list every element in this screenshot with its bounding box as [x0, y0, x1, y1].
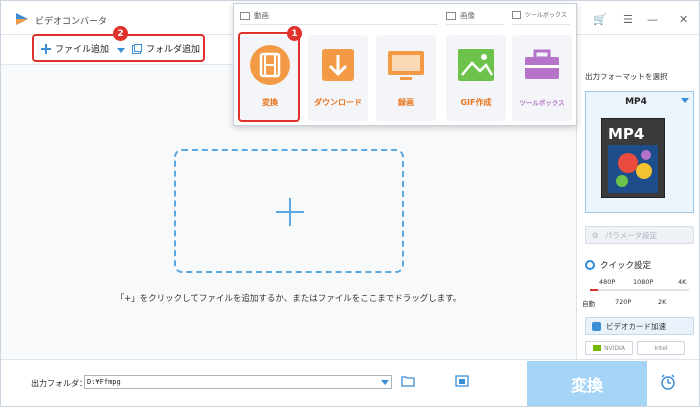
step-badge-2: 2 — [113, 26, 128, 41]
section-divider — [240, 24, 438, 25]
close-button[interactable]: ✕ — [679, 13, 688, 26]
section-video: 動画 — [240, 10, 269, 21]
app-logo-icon — [16, 13, 28, 25]
step-badge-1: 1 — [287, 26, 302, 41]
section-video-label: 動画 — [254, 11, 269, 20]
quality-2k[interactable]: 2K — [658, 298, 666, 306]
tile-toolbox-label: ツールボックス — [519, 99, 565, 107]
settings-icon: ⚙ — [592, 230, 599, 240]
app-window: ビデオコンバータ 🛒 ☰ — ✕ ファイル追加 フォルダ追加 2 「+」をクリッ… — [0, 0, 700, 407]
quality-slider-fill — [590, 289, 598, 291]
chevron-down-icon[interactable] — [381, 380, 389, 385]
tile-download-label: ダウンロード — [314, 98, 362, 107]
format-name: MP4 — [625, 97, 647, 107]
section-divider — [446, 24, 504, 25]
image-section-icon — [446, 11, 456, 20]
section-toolbox: ツールボックス — [512, 10, 567, 19]
convert-button[interactable]: 変換 — [527, 361, 647, 406]
film-balloons-icon — [608, 145, 658, 193]
tile-record[interactable]: 録画 — [376, 35, 436, 121]
menu-icon[interactable]: ☰ — [623, 13, 633, 26]
quality-480p[interactable]: 480P — [599, 278, 615, 286]
toolbox-section-icon — [512, 10, 521, 19]
download-icon — [322, 49, 354, 81]
drop-zone[interactable] — [174, 149, 404, 273]
gpu-acceleration-button[interactable]: ビデオカード加速 — [585, 317, 694, 335]
section-toolbox-label: ツールボックス — [525, 12, 567, 19]
section-image: 画像 — [446, 10, 475, 21]
intel-chip: Intel — [637, 341, 685, 355]
drop-hint: 「+」をクリックしてファイルを追加するか、またはファイルをここまでドラッグします… — [115, 294, 462, 304]
gpu-label: ビデオカード加速 — [606, 321, 666, 331]
quick-settings-label: クイック設定 — [600, 261, 652, 271]
output-folder-label: 出力フォルダ： — [31, 379, 87, 388]
tile-download[interactable]: ダウンロード — [308, 35, 368, 121]
right-panel: 出力フォーマットを選択 MP4 MP4 ⚙ パラメータ設定 クイック設定 480… — [576, 35, 699, 359]
quality-auto[interactable]: 自動 — [582, 298, 595, 308]
nvidia-icon — [593, 345, 602, 351]
param-label: パラメータ設定 — [604, 230, 658, 240]
output-format-title: 出力フォーマットを選択 — [585, 72, 668, 81]
quality-720p[interactable]: 720P — [615, 298, 631, 306]
toolbox-icon — [525, 49, 559, 79]
section-divider — [512, 24, 570, 25]
cart-icon[interactable]: 🛒 — [593, 13, 607, 26]
tile-gif-label: GIF作成 — [460, 98, 492, 107]
gpu-icon — [592, 321, 601, 331]
quality-1080p[interactable]: 1080P — [633, 278, 653, 286]
chevron-down-icon — [681, 98, 689, 103]
quick-settings-icon — [585, 260, 595, 270]
parameter-settings-button[interactable]: ⚙ パラメータ設定 — [585, 226, 694, 244]
alarm-clock-icon[interactable] — [660, 374, 676, 390]
intel-label: Intel — [654, 344, 668, 352]
open-folder-icon[interactable] — [401, 375, 415, 387]
plus-icon-v — [289, 198, 291, 226]
mp4-badge: MP4 — [608, 125, 645, 143]
quality-4k[interactable]: 4K — [678, 278, 686, 286]
output-folder-path: D:¥Ffmpg — [87, 378, 121, 386]
section-image-label: 画像 — [460, 11, 475, 20]
video-section-icon — [240, 11, 250, 20]
folder-open-icon[interactable] — [455, 375, 469, 387]
tile-record-label: 録画 — [398, 98, 414, 107]
quality-slider[interactable] — [590, 289, 689, 291]
monitor-record-icon — [388, 51, 424, 80]
highlight-box-1 — [238, 32, 300, 122]
minimize-button[interactable]: — — [647, 13, 658, 26]
format-selector[interactable]: MP4 MP4 — [585, 91, 694, 213]
image-icon — [458, 49, 494, 81]
tile-gif[interactable]: GIF作成 — [446, 35, 506, 121]
app-title: ビデオコンバータ — [35, 17, 108, 27]
nvidia-chip: NVIDIA — [585, 341, 633, 355]
quick-settings: クイック設定 — [585, 259, 651, 271]
tile-toolbox[interactable]: ツールボックス — [512, 35, 572, 121]
mp4-format-image: MP4 — [601, 118, 665, 198]
bottom-bar: 出力フォルダ： D:¥Ffmpg 変換 — [1, 359, 699, 406]
output-folder-field[interactable]: D:¥Ffmpg — [84, 375, 392, 389]
nvidia-label: NVIDIA — [604, 344, 625, 352]
